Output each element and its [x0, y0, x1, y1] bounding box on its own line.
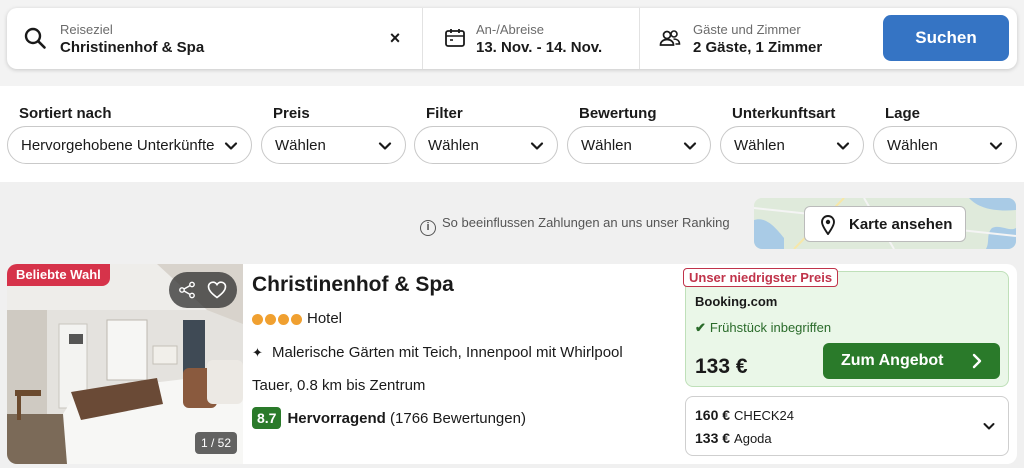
calendar-icon: [445, 29, 465, 47]
filter-location-label: Lage: [885, 105, 921, 122]
destination-value[interactable]: Christinenhof & Spa: [60, 39, 204, 56]
other-offer-row: 133 € Agoda: [695, 430, 772, 446]
filter-dropdown[interactable]: Wählen: [414, 126, 558, 164]
hotel-rating[interactable]: 8.7 Hervorragend (1766 Bewertungen): [252, 407, 526, 429]
destination-label: Reiseziel: [60, 22, 113, 37]
other-offer-provider: CHECK24: [734, 408, 795, 423]
chevron-down-icon: [378, 142, 392, 150]
location-dropdown-value: Wählen: [887, 137, 938, 154]
guests-value[interactable]: 2 Gäste, 1 Zimmer: [693, 39, 822, 56]
share-icon[interactable]: [178, 281, 196, 299]
rating-count: (1766 Bewertungen): [390, 410, 526, 427]
hotel-name[interactable]: Christinenhof & Spa: [252, 273, 454, 297]
breakfast-text: Frühstück inbegriffen: [709, 320, 832, 335]
guests-field[interactable]: Gäste und Zimmer 2 Gäste, 1 Zimmer: [639, 8, 879, 69]
accommodation-dropdown[interactable]: Wählen: [720, 126, 864, 164]
guests-label: Gäste und Zimmer: [693, 22, 801, 37]
photo-actions: [169, 272, 237, 308]
chevron-down-icon: [530, 142, 544, 150]
chevron-down-icon: [989, 142, 1003, 150]
hotel-info: Christinenhof & Spa Hotel ✦ Malerische Gä…: [243, 264, 673, 464]
hotel-photo[interactable]: Beliebte Wahl 1 / 52: [7, 264, 243, 464]
filter-sort-label: Sortiert nach: [19, 105, 112, 122]
other-offer-row: 160 € CHECK24: [695, 407, 794, 423]
guests-icon: [659, 30, 681, 46]
clear-destination-icon[interactable]: ×: [385, 28, 405, 48]
other-offers[interactable]: 160 € CHECK24 133 € Agoda: [685, 396, 1009, 456]
chevron-right-icon: [972, 353, 982, 369]
view-deal-label: Zum Angebot: [841, 352, 944, 369]
other-offer-provider: Agoda: [734, 431, 772, 446]
search-icon: [24, 27, 46, 49]
chevron-down-icon: [836, 142, 850, 150]
ranking-info-text: So beeinflussen Zahlungen an uns unser R…: [442, 215, 730, 230]
rating-word: Hervorragend: [287, 410, 386, 427]
dates-value[interactable]: 13. Nov. - 14. Nov.: [476, 39, 602, 56]
rating-dropdown[interactable]: Wählen: [567, 126, 711, 164]
filter-accommodation-label: Unterkunftsart: [732, 105, 836, 122]
rating-dropdown-value: Wählen: [581, 137, 632, 154]
price-dropdown[interactable]: Wählen: [261, 126, 406, 164]
info-icon: i: [420, 220, 436, 236]
price-dropdown-value: Wählen: [275, 137, 326, 154]
filter-price-label: Preis: [273, 105, 310, 122]
sparkle-icon: ✦: [252, 345, 263, 360]
view-map-button[interactable]: Karte ansehen: [804, 206, 966, 242]
other-offer-price: 160 €: [695, 407, 731, 423]
dates-label: An-/Abreise: [476, 22, 544, 37]
star-icon: [252, 314, 263, 325]
offer-provider: Booking.com: [695, 294, 778, 309]
chevron-down-icon: [224, 142, 238, 150]
lowest-price-badge: Unser niedrigster Preis: [683, 268, 839, 287]
check-icon: ✔: [695, 320, 706, 335]
sort-dropdown[interactable]: Hervorgehobene Unterkünfte: [7, 126, 252, 164]
search-bar: Reiseziel Christinenhof & Spa × An-/Abre…: [7, 8, 1017, 69]
hotel-stars: [252, 312, 304, 325]
star-icon: [291, 314, 302, 325]
hotel-type: Hotel: [307, 310, 343, 327]
location-dropdown[interactable]: Wählen: [873, 126, 1017, 164]
destination-field[interactable]: Reiseziel Christinenhof & Spa ×: [7, 8, 422, 69]
hotel-location: Tauer, 0.8 km bis Zentrum: [252, 377, 426, 394]
star-icon: [278, 314, 289, 325]
search-header: Reiseziel Christinenhof & Spa × An-/Abre…: [0, 0, 1024, 86]
hotel-feature-text: Malerische Gärten mit Teich, Innenpool m…: [272, 344, 623, 361]
other-offer-price: 133 €: [695, 430, 731, 446]
sort-dropdown-value: Hervorgehobene Unterkünfte: [21, 137, 215, 154]
search-button[interactable]: Suchen: [883, 15, 1009, 61]
map-pin-icon: [821, 215, 835, 235]
view-deal-button[interactable]: Zum Angebot: [823, 343, 1000, 379]
dates-field[interactable]: An-/Abreise 13. Nov. - 14. Nov.: [422, 8, 639, 69]
offer-price: 133 €: [695, 355, 748, 378]
map-preview[interactable]: Karte ansehen: [754, 198, 1016, 249]
filter-rating-label: Bewertung: [579, 105, 657, 122]
heart-icon[interactable]: [207, 281, 227, 299]
chevron-down-icon: [683, 142, 697, 150]
hotel-feature: ✦ Malerische Gärten mit Teich, Innenpool …: [252, 344, 623, 361]
filters-bar: Sortiert nach Hervorgehobene Unterkünfte…: [0, 86, 1024, 182]
filter-dropdown-value: Wählen: [428, 137, 479, 154]
chevron-down-icon: [983, 423, 995, 430]
rating-score-badge: 8.7: [252, 407, 282, 429]
view-map-label: Karte ansehen: [849, 216, 953, 233]
hotel-card[interactable]: Beliebte Wahl 1 / 52 Christinenhof & Spa…: [7, 264, 1017, 464]
photo-counter: 1 / 52: [195, 432, 237, 454]
filter-filter-label: Filter: [426, 105, 463, 122]
accommodation-dropdown-value: Wählen: [734, 137, 785, 154]
popular-choice-badge: Beliebte Wahl: [7, 264, 110, 286]
star-icon: [265, 314, 276, 325]
best-offer-box[interactable]: Booking.com ✔ Frühstück inbegriffen 133 €…: [685, 271, 1009, 387]
breakfast-included: ✔ Frühstück inbegriffen: [695, 320, 831, 336]
ranking-info-link[interactable]: i So beeinflussen Zahlungen an uns unser …: [420, 215, 730, 236]
